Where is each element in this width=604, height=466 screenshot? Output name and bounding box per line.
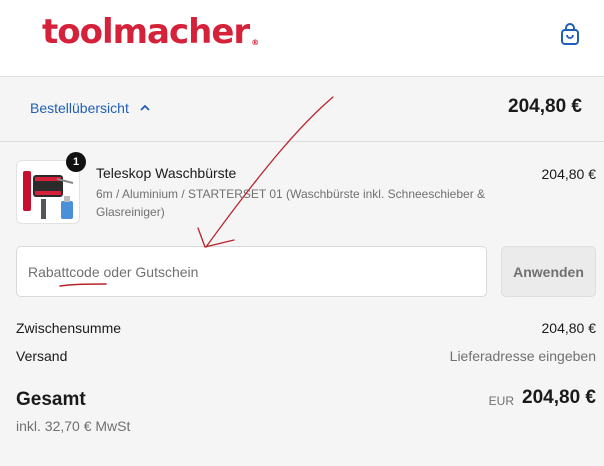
cart-line-item: 1 Teleskop Waschbürste 6m / Aluminium / … <box>16 152 597 228</box>
tax-note: inkl. 32,70 € MwSt <box>16 418 131 434</box>
currency-code: EUR <box>488 394 514 408</box>
total-label: Gesamt <box>16 389 86 410</box>
product-name: Teleskop Waschbürste <box>96 165 237 181</box>
apply-discount-button[interactable]: Anwenden <box>501 246 596 297</box>
subtotal-label: Zwischensumme <box>16 320 122 336</box>
shopping-bag-icon[interactable] <box>556 20 584 48</box>
annotation-arrowhead <box>197 227 235 248</box>
order-summary-label: Bestellübersicht <box>30 100 129 116</box>
store-header: toolmacher ® <box>0 0 604 77</box>
total-row: Gesamt EUR 204,80 € <box>16 386 596 416</box>
order-summary-bar: Bestellübersicht 204,80 € <box>0 78 604 142</box>
logo-registered-mark: ® <box>251 38 259 47</box>
shipping-label: Versand <box>16 348 68 364</box>
shipping-value: Lieferadresse eingeben <box>449 348 596 364</box>
discount-code-input[interactable] <box>16 246 487 297</box>
logo-text: toolmacher <box>42 12 250 52</box>
subtotal-value: 204,80 € <box>541 320 597 336</box>
total-value: 204,80 € <box>522 387 596 408</box>
quantity-badge: 1 <box>66 152 86 172</box>
order-summary-toggle[interactable]: Bestellübersicht <box>30 100 151 116</box>
product-variant: 6m / Aluminium / STARTERSET 01 (Waschbür… <box>96 187 486 219</box>
summary-total: 204,80 € <box>508 96 582 117</box>
chevron-up-icon <box>140 104 150 111</box>
product-price: 204,80 € <box>541 166 597 182</box>
store-logo[interactable]: toolmacher ® <box>42 12 259 52</box>
